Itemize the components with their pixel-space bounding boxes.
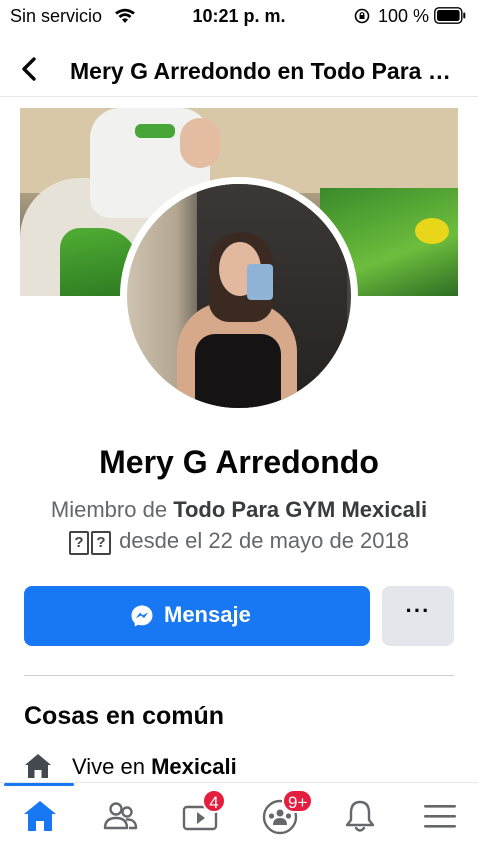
battery-icon <box>434 7 466 24</box>
more-options-button[interactable]: ··· <box>382 586 454 646</box>
membership-line: Miembro de Todo Para GYM Mexicali <box>0 497 478 523</box>
page-header: Mery G Arredondo en Todo Para GYM Mexica… <box>0 44 478 97</box>
messenger-icon <box>131 605 153 627</box>
video-badge: 4 <box>202 789 226 813</box>
tab-friends[interactable] <box>80 783 160 849</box>
lives-prefix: Vive en <box>72 754 152 779</box>
lives-in-text: Vive en Mexicali <box>72 754 237 780</box>
page-title: Mery G Arredondo en Todo Para GYM Mexica… <box>70 58 462 84</box>
menu-icon <box>424 805 456 828</box>
rotation-lock-icon <box>354 8 370 24</box>
message-button[interactable]: Mensaje <box>24 586 370 646</box>
friends-icon <box>103 802 138 830</box>
avatar-top <box>195 334 281 408</box>
cover-child-hand <box>180 118 220 168</box>
unknown-glyph-icon: ? <box>68 531 89 555</box>
section-divider <box>24 675 454 676</box>
more-options-label: ··· <box>405 598 431 623</box>
profile-name: Mery G Arredondo <box>99 444 379 480</box>
avatar-phone <box>247 264 273 300</box>
member-since: desde el 22 de mayo de 2018 <box>119 528 409 553</box>
cover-easter-egg <box>415 218 449 244</box>
tab-menu[interactable] <box>400 783 478 849</box>
profile-avatar[interactable] <box>127 184 351 408</box>
bottom-tab-bar: 4 9+ <box>0 782 478 849</box>
unknown-glyph-icon: ? <box>90 531 111 555</box>
tab-groups[interactable]: 9+ <box>240 783 320 849</box>
message-button-label: Mensaje <box>164 602 251 627</box>
groups-badge: 9+ <box>282 789 314 813</box>
group-name-link[interactable]: Todo Para GYM Mexicali <box>173 497 427 522</box>
battery-percent: 100 % <box>378 6 430 26</box>
status-bar: Sin servicio 10:21 p. m. 100 % <box>0 0 478 32</box>
back-arrow-icon[interactable] <box>18 56 40 82</box>
membership-date-line: ?? desde el 22 de mayo de 2018 <box>0 528 478 555</box>
cover-bowtie <box>135 124 175 138</box>
home-icon <box>24 801 56 831</box>
lives-city[interactable]: Mexicali <box>151 754 237 779</box>
section-title: Cosas en común <box>24 702 225 730</box>
tab-home[interactable] <box>0 783 80 849</box>
bell-icon <box>345 800 375 832</box>
tab-notifications[interactable] <box>320 783 400 849</box>
house-icon <box>25 754 51 778</box>
tab-watch[interactable]: 4 <box>160 783 240 849</box>
member-prefix: Miembro de <box>50 497 174 522</box>
